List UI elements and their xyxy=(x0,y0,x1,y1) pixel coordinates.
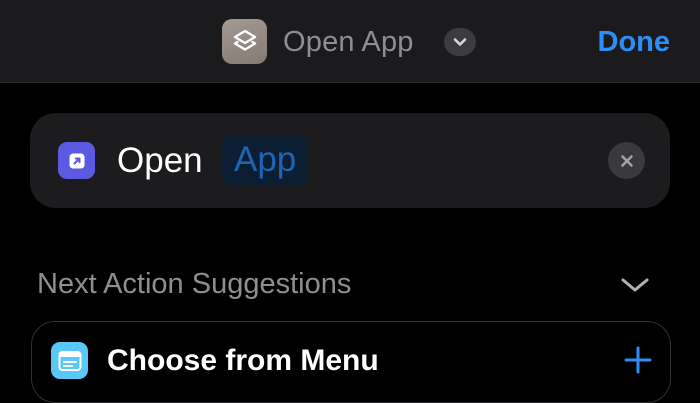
app-parameter-token[interactable]: App xyxy=(222,135,309,185)
collapse-chevron-icon[interactable] xyxy=(617,270,653,300)
done-button[interactable]: Done xyxy=(598,22,671,62)
suggestion-label: Choose from Menu xyxy=(107,344,379,377)
open-app-action-card: Open App xyxy=(30,113,670,208)
open-arrow-icon xyxy=(58,142,95,179)
suggestion-choose-from-menu[interactable]: Choose from Menu xyxy=(31,321,671,403)
shortcuts-layers-icon[interactable] xyxy=(222,19,267,64)
x-mark-circle-icon[interactable] xyxy=(608,142,645,179)
menu-list-icon xyxy=(51,342,88,379)
shortcut-title[interactable]: Open App xyxy=(283,22,414,62)
navigation-bar: Open App Done xyxy=(0,0,700,83)
action-verb-label: Open xyxy=(117,141,203,180)
next-action-suggestions-header: Next Action Suggestions xyxy=(37,268,352,300)
title-menu-chevron-icon[interactable] xyxy=(444,28,476,56)
